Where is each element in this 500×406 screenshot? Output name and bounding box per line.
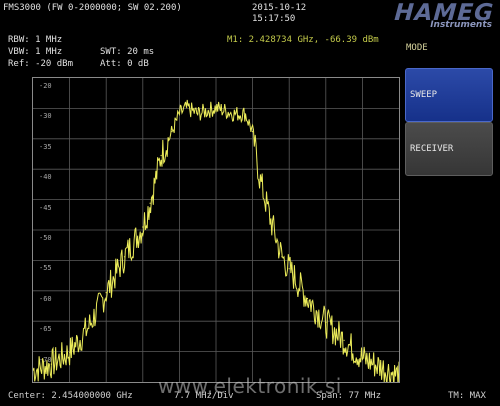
trace-point	[306, 297, 309, 300]
trace-point	[244, 113, 246, 115]
time-readout: 15:17:50	[252, 14, 296, 24]
trace-point	[252, 131, 254, 133]
y-tick-label: -70	[39, 355, 52, 364]
ref-level: Ref: -20 dBm	[8, 59, 74, 69]
trace-point	[197, 113, 199, 115]
span-setting: Span: 77 MHz	[316, 391, 382, 401]
date-readout: 2015-10-12	[252, 3, 307, 13]
swt-setting: SWT: 20 ms	[100, 47, 155, 57]
trace-mode: TM: MAX	[448, 391, 486, 401]
device-info: FMS3000 (FW 0-2000000; SW 02.200)	[3, 3, 182, 13]
trace-point	[178, 113, 180, 115]
marker-readout: M1: 2.428734 GHz, -66.39 dBm	[227, 35, 379, 45]
logo-subtitle: Instruments	[430, 20, 492, 30]
trace-point	[171, 131, 173, 133]
menu-title: MODE	[406, 43, 428, 53]
trace-point	[87, 327, 89, 329]
receiver-label: RECEIVER	[410, 144, 454, 154]
y-tick-label: -60	[39, 294, 52, 303]
trace-point	[160, 154, 162, 157]
center-frequency: Center: 2.454000000 GHz	[8, 391, 133, 401]
y-tick-label: -30	[39, 112, 52, 121]
trace-point	[149, 202, 151, 204]
y-tick-label: -20	[39, 82, 52, 90]
hameg-logo: HAMEG Instruments	[348, 0, 496, 31]
attenuation: Att: 0 dB	[100, 59, 149, 69]
spectrum-plot: -20 -30 -35 -40 -45 -50 -55 -60 -65 -70	[32, 77, 400, 383]
trace-point	[50, 363, 52, 365]
trace-point	[288, 268, 290, 270]
trace-point	[233, 113, 235, 115]
plot-grid	[33, 78, 399, 382]
sweep-softkey[interactable]: SWEEP	[405, 68, 493, 122]
y-tick-label: -45	[39, 203, 52, 212]
trace-point	[270, 220, 272, 222]
trace-point	[259, 178, 261, 180]
trace-point	[105, 292, 107, 294]
trace-point	[343, 339, 345, 341]
trace-point	[325, 321, 327, 323]
vbw-setting: VBW: 1 MHz	[8, 47, 63, 57]
trace-point	[69, 351, 71, 353]
rbw-setting: RBW: 1 MHz	[8, 35, 63, 45]
trace-point	[380, 366, 382, 368]
trace-point	[123, 256, 126, 258]
y-tick-label: -50	[39, 234, 52, 242]
y-tick-label: -35	[39, 142, 52, 151]
div-setting: 7.7 MHz/Div	[174, 391, 234, 401]
y-tick-label: -40	[39, 173, 52, 182]
trace-point	[281, 256, 283, 258]
trace-point	[215, 107, 217, 109]
trace-point	[142, 226, 144, 228]
y-tick-label: -65	[39, 325, 52, 334]
trace-point	[186, 107, 188, 109]
sweep-label: SWEEP	[410, 90, 438, 100]
spectrum-chart	[33, 78, 399, 382]
y-tick-label: -55	[39, 264, 52, 273]
trace-point	[361, 357, 363, 359]
receiver-softkey[interactable]: RECEIVER	[405, 122, 493, 176]
